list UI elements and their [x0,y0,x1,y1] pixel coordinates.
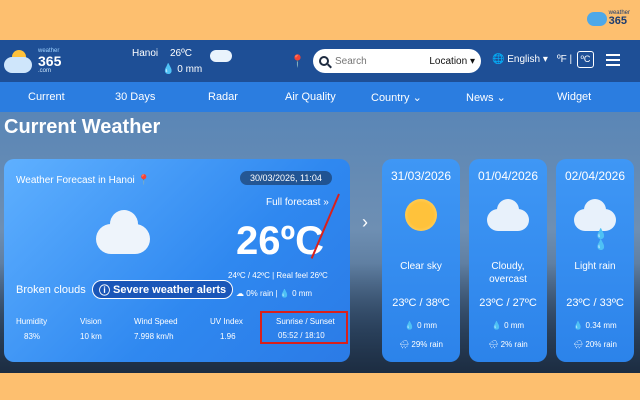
day-rain-percent: 🌧 29% rain [399,340,443,349]
unit-celsius[interactable]: ºC [577,51,594,68]
header: weather 365 .com Hanoi 26ºC 💧 0 mm 📍 Loc… [0,40,640,82]
hamburger-menu-icon[interactable] [606,54,620,66]
day-rain-mm-value: 0.34 mm [585,321,617,330]
day-condition: Cloudy, overcast [489,261,527,285]
brand-name: 365 [38,53,62,69]
location-dropdown[interactable]: Location ▾ [429,56,475,67]
day-rain-mm-value: 0 mm [417,321,438,330]
cloud-icon [4,57,32,73]
nav-widget[interactable]: Widget [557,91,591,103]
day-rain-mm: 💧 0 mm [491,321,525,330]
info-icon: ⓘ [99,284,110,297]
current-summary: Hanoi 26ºC 💧 0 mm [132,46,242,78]
stat-value: 10 km [80,332,102,341]
nav-news-label: News [466,92,494,104]
app-window: weather 365 .com Hanoi 26ºC 💧 0 mm 📍 Loc… [0,40,640,373]
header-rain-value: 0 mm [177,64,203,75]
nav-radar[interactable]: Radar [208,91,238,103]
day-date: 01/04/2026 [477,169,539,183]
cloud-icon [586,11,607,26]
current-weather-card: Weather Forecast in Hanoi 📍 30/03/2026, … [4,159,350,362]
forecast-day-card[interactable]: 02/04/2026 💧💧 Light rain 23ºC / 33ºC 💧 0… [556,159,634,362]
day-condition: Light rain [574,261,616,272]
cloud-icon [96,210,150,254]
day-rain-mm-value: 0 mm [504,321,525,330]
location-label: Location [429,55,468,67]
main-nav: Current 30 Days Radar Air Quality Countr… [0,82,640,112]
forecast-day-card[interactable]: 01/04/2026 Cloudy, overcast 23ºC / 27ºC … [469,159,547,362]
stat-value: 83% [24,332,41,341]
stat-value: 7.998 km/h [134,332,174,341]
forecast-location: Weather Forecast in Hanoi 📍 [16,175,150,186]
full-forecast-link[interactable]: Full forecast » [266,197,329,208]
rain-percent: 0% rain [246,289,274,298]
brand-logo[interactable]: weather 365 .com [4,48,128,74]
cloud-icon [210,50,232,62]
stat-label: UV Index [210,317,243,326]
day-rain-percent: 🌧 20% rain [573,340,617,349]
day-temps: 23ºC / 38ºC [392,297,450,309]
header-city: Hanoi [132,48,159,59]
rain-info: ☁ 0% rain | 💧 0 mm [236,289,313,298]
search-input[interactable] [335,55,421,67]
day-rain-percent-value: 29% rain [411,340,443,349]
stat-vision: Vision 10 km [80,317,102,341]
language-label: English [507,54,541,65]
nav-30-days[interactable]: 30 Days [115,91,155,103]
stat-uv-index: UV Index 1.96 [210,317,243,341]
severe-alerts-label: Severe weather alerts [113,283,227,296]
location-pin-icon: 📍 [137,175,150,186]
chevron-right-icon[interactable]: › [362,212,368,233]
day-rain-mm: 💧 0 mm [404,321,438,330]
sun-icon [405,199,437,231]
day-temps: 23ºC / 27ºC [479,297,537,309]
header-temp: 26ºC [170,48,192,59]
cloud-icon [487,199,529,231]
nav-news[interactable]: News ⌄ [466,91,506,104]
forecast-location-label: Weather Forecast in Hanoi [16,175,135,186]
stat-value: 1.96 [220,332,236,341]
day-temps: 23ºC / 33ºC [566,297,624,309]
page-title: Current Weather [4,116,161,138]
day-rain-mm: 💧 0.34 mm [573,321,617,330]
stat-label: Wind Speed [134,317,178,326]
nav-air-quality[interactable]: Air Quality [285,91,336,103]
stat-humidity: Humidity 83% [16,317,47,341]
weather-description: Broken clouds [16,284,86,296]
stat-label: Vision [80,317,102,326]
stat-label: Humidity [16,317,48,326]
nav-country[interactable]: Country ⌄ [371,91,422,104]
rain-mm: 0 mm [292,289,313,298]
header-rain: 💧 0 mm [162,64,203,75]
day-date: 31/03/2026 [390,169,452,183]
main-content: Current Weather Weather Forecast in Hano… [0,112,640,373]
logo-line2: 365 [608,15,627,27]
droplet-icon: 💧 [279,289,290,298]
sunrise-sunset-highlight: Sunrise / Sunset 05:52 / 18:10 [260,311,348,344]
cloud-icon: ☁ [236,289,244,298]
chevron-down-icon: ⌄ [412,92,422,104]
sun-label: Sunrise / Sunset [276,317,335,326]
chevron-down-icon: ⌄ [496,92,506,104]
nav-current[interactable]: Current [28,91,65,103]
day-rain-percent: 🌧 2% rain [488,340,528,349]
language-selector[interactable]: 🌐 English ▾ [492,54,548,65]
frame-logo: weather 365 [586,10,630,27]
day-condition: Clear sky [400,261,442,272]
unit-fahrenheit[interactable]: ºF | [557,54,572,65]
sun-value: 05:52 / 18:10 [278,331,325,340]
day-rain-percent-value: 2% rain [500,340,528,349]
day-rain-percent-value: 20% rain [585,340,617,349]
search-icon[interactable] [319,56,329,66]
search-bar: Location ▾ [313,49,481,73]
nav-country-label: Country [371,92,410,104]
day-date: 02/04/2026 [564,169,626,183]
severe-alerts-button[interactable]: ⓘ Severe weather alerts [92,280,234,299]
rain-cloud-icon: 💧💧 [574,199,616,251]
forecast-day-card[interactable]: 31/03/2026 Clear sky 23ºC / 38ºC 💧 0 mm … [382,159,460,362]
stat-wind-speed: Wind Speed 7.998 km/h [134,317,178,341]
location-pin-icon[interactable]: 📍 [290,54,305,68]
temp-range: 24ºC / 42ºC | Real feel 26ºC [228,271,328,280]
current-datetime: 30/03/2026, 11:04 [240,171,332,185]
